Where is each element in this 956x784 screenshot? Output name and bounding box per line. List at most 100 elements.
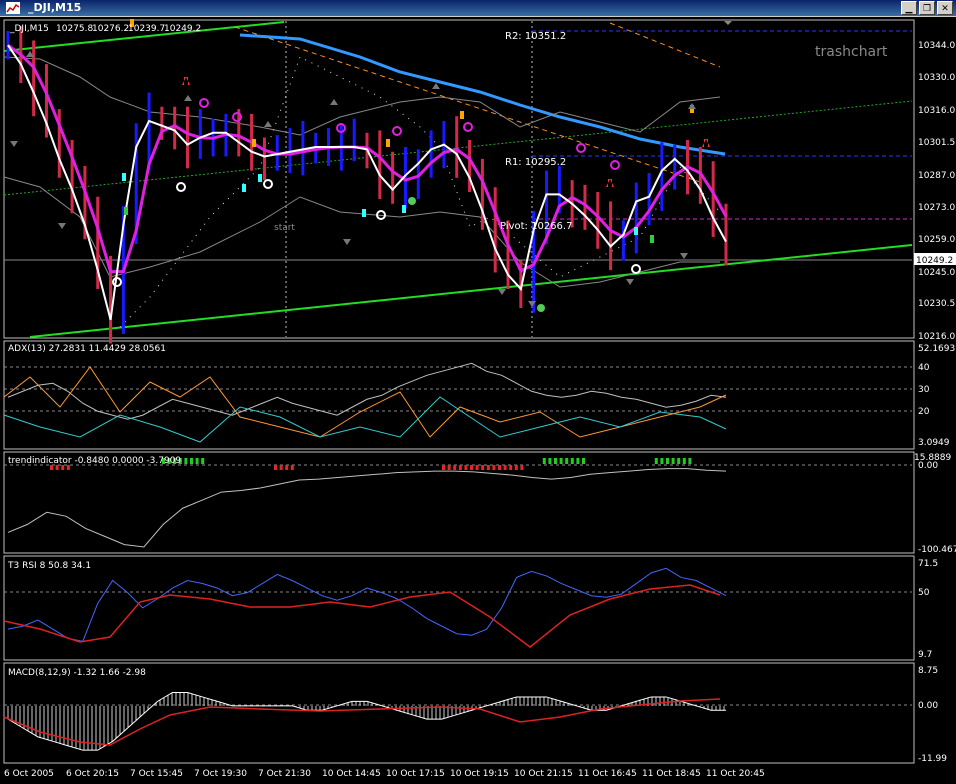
price-tick: 10230.5 bbox=[918, 299, 955, 309]
macd-tick: 0.00 bbox=[918, 701, 938, 711]
main-header-low: 10239.7 bbox=[128, 24, 165, 34]
trend-bar bbox=[274, 465, 277, 470]
trend-bar bbox=[470, 465, 473, 470]
trend-bar bbox=[492, 465, 496, 470]
green-arrow-icon bbox=[124, 207, 128, 215]
time-tick: 10 Oct 17:15 bbox=[386, 769, 445, 779]
trend-tick: 0.00 bbox=[918, 461, 938, 471]
trend-bar bbox=[559, 458, 563, 464]
start-label: start bbox=[274, 223, 295, 233]
price-bar bbox=[596, 191, 600, 249]
price-tick: 10273.0 bbox=[918, 203, 955, 213]
trend-bar bbox=[184, 458, 188, 464]
trend-tick: -100.467 bbox=[918, 545, 956, 555]
price-bar bbox=[352, 118, 356, 162]
adx-tick: 52.1693 bbox=[918, 344, 955, 354]
time-tick: 6 Oct 20:15 bbox=[66, 769, 119, 779]
price-bar bbox=[455, 116, 459, 178]
trend-bar bbox=[565, 458, 569, 464]
main-header-close: 10249.2 bbox=[164, 24, 201, 34]
price-bar bbox=[32, 40, 36, 117]
trend-bar bbox=[576, 458, 580, 464]
trend-bar bbox=[190, 458, 193, 464]
rsi-tick: 50 bbox=[918, 588, 930, 598]
trend-header: trendindicator -0.8480 0.0000 -3.7909 bbox=[8, 456, 181, 466]
cyan-arrow-icon bbox=[634, 227, 638, 235]
price-bar bbox=[711, 161, 715, 237]
cyan-arrow-icon bbox=[242, 184, 246, 192]
adx-tick: 30 bbox=[918, 385, 930, 395]
green-dot-icon bbox=[537, 304, 545, 312]
main-header-open: 10275.8 bbox=[56, 24, 93, 34]
price-bar bbox=[198, 109, 202, 159]
price-tick: 10301.5 bbox=[918, 138, 955, 148]
window-title: _DJI,M15 bbox=[28, 1, 82, 14]
chart-window-icon bbox=[6, 2, 20, 14]
trend-bar bbox=[442, 465, 445, 470]
time-tick: 7 Oct 21:30 bbox=[258, 769, 311, 779]
green-arrow-icon bbox=[650, 235, 654, 243]
adx-header: ADX(13) 27.2831 11.4429 28.0561 bbox=[8, 344, 166, 354]
time-tick: 7 Oct 19:30 bbox=[194, 769, 247, 779]
price-bar bbox=[634, 182, 638, 254]
price-bar bbox=[237, 109, 241, 157]
trend-bar bbox=[464, 465, 468, 470]
time-tick: 11 Oct 18:45 bbox=[642, 769, 701, 779]
rsi-tick: 9.7 bbox=[918, 650, 932, 660]
price-tick: 10316.0 bbox=[918, 106, 955, 116]
time-tick: 6 Oct 2005 bbox=[4, 769, 54, 779]
trend-bar bbox=[458, 465, 462, 470]
trend-bar bbox=[660, 458, 664, 464]
trend-bar bbox=[509, 465, 513, 470]
trend-bar bbox=[285, 465, 289, 470]
close-button[interactable]: ✕ bbox=[937, 1, 953, 15]
cyan-arrow-icon bbox=[402, 205, 406, 213]
time-tick: 11 Oct 16:45 bbox=[578, 769, 637, 779]
trend-bar bbox=[481, 465, 485, 470]
price-tick: 10287.0 bbox=[918, 171, 955, 181]
trend-bar bbox=[514, 465, 518, 470]
price-bar bbox=[186, 106, 189, 169]
trend-bar bbox=[290, 465, 294, 470]
watermark: trashchart bbox=[815, 44, 888, 60]
cyan-arrow-icon bbox=[258, 174, 262, 182]
adx-tick: 20 bbox=[918, 407, 930, 417]
price-bar bbox=[378, 130, 382, 200]
price-tick: 10330.0 bbox=[918, 73, 955, 83]
restore-button[interactable]: ❐ bbox=[919, 1, 935, 15]
trend-bar bbox=[453, 465, 457, 470]
price-tick: 10259.0 bbox=[918, 235, 955, 245]
trend-bar bbox=[520, 465, 524, 470]
price-bar bbox=[609, 201, 613, 271]
trend-bar bbox=[654, 458, 658, 464]
r1-label: R1: 10295.2 bbox=[505, 157, 566, 168]
macd-tick: 8.75 bbox=[918, 666, 938, 676]
chart-area: _DJI,M15 10275.8 10276.2 10239.7 10249.2… bbox=[0, 17, 956, 784]
title-bar: _DJI,M15 ▁ ❐ ✕ bbox=[0, 0, 956, 16]
rsi-header: T3 RSI 8 50.8 34.1 bbox=[7, 561, 91, 571]
green-dot-icon bbox=[408, 197, 416, 205]
trend-bar bbox=[554, 458, 557, 464]
time-tick: 10 Oct 14:45 bbox=[322, 769, 381, 779]
price-bar bbox=[429, 130, 433, 178]
minimize-button[interactable]: ▁ bbox=[901, 1, 917, 15]
pivot-label: Pivot: 10266.7 bbox=[500, 221, 572, 232]
trend-bar bbox=[682, 458, 686, 464]
trend-bar bbox=[503, 465, 507, 470]
price-bar bbox=[493, 187, 497, 273]
main-header-symbol: _DJI,M15 bbox=[9, 24, 49, 34]
price-bar bbox=[673, 144, 677, 190]
orange-arrow-icon bbox=[460, 111, 464, 119]
trend-bar bbox=[548, 458, 552, 464]
price-tick: 10245.0 bbox=[918, 268, 955, 278]
trend-bar bbox=[688, 458, 692, 464]
price-bar bbox=[647, 173, 651, 226]
app-window: _DJI,M15 ▁ ❐ ✕ _DJI,M15 10275.8 10276.2 … bbox=[0, 0, 956, 784]
price-tick: 10344.0 bbox=[918, 41, 955, 51]
trend-bar bbox=[570, 458, 574, 464]
trend-bar bbox=[666, 458, 669, 464]
adx-tick: 3.0949 bbox=[918, 438, 950, 448]
adx-tick: 40 bbox=[918, 363, 930, 373]
price-tick: 10216.0 bbox=[918, 332, 955, 342]
time-tick: 7 Oct 15:45 bbox=[130, 769, 183, 779]
